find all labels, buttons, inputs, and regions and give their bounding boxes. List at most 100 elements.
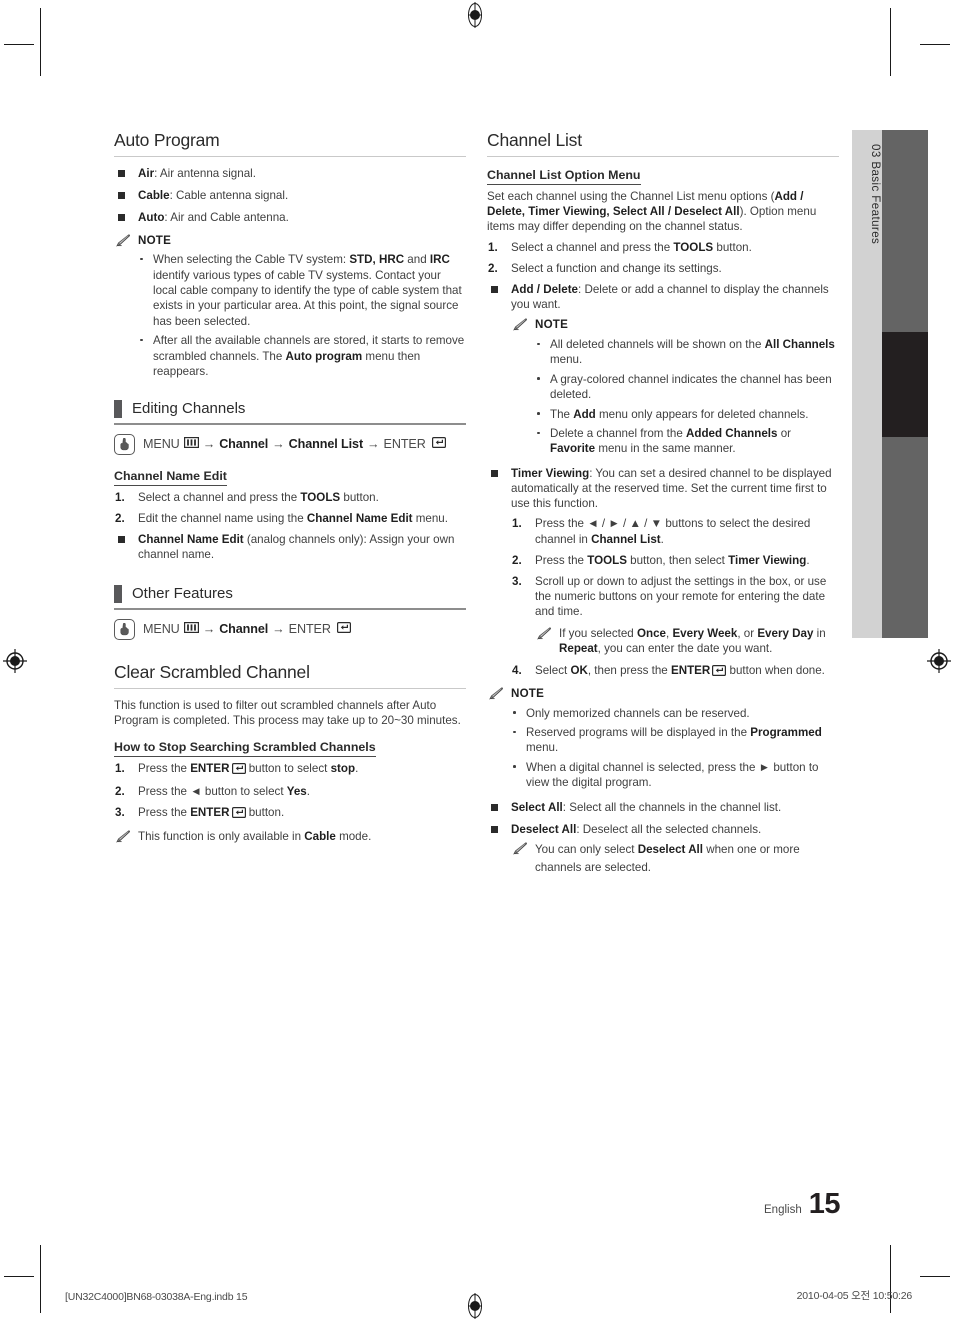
clear-scrambled-intro: This function is used to filter out scra… (114, 698, 461, 727)
bullet-deselect-all: Deselect All: Deselect all the selected … (487, 822, 839, 837)
enter-label: ENTER (288, 622, 331, 637)
step-tv-2: 2. Press the TOOLS button, then select T… (512, 553, 810, 567)
bullet-auto: Auto: Air and Cable antenna. (114, 210, 466, 225)
bullet-timer-viewing: Timer Viewing: You can set a desired cha… (487, 466, 839, 512)
right-arrow-icon: ► (758, 760, 771, 774)
bullet-air: Air: Air antenna signal. (114, 166, 466, 181)
arrow-icon: → (272, 622, 285, 637)
square-bullet-icon (491, 825, 498, 833)
note-item-add-menu: The Add menu only appears for deleted ch… (535, 407, 839, 422)
step-number: 1. (512, 517, 522, 531)
arrow-icon: → (367, 437, 380, 452)
pencil-icon (489, 687, 504, 705)
step-cne-1: 1. Select a channel and press the TOOLS … (115, 490, 379, 504)
square-bullet-icon (491, 286, 498, 294)
bullet-text: : Deselect all the selected channels. (576, 822, 762, 836)
heading-other-features: Other Features (114, 584, 466, 604)
bullet-cable: Cable: Cable antenna signal. (114, 188, 466, 203)
note-item-reserved-programs: Reserved programs will be displayed in t… (511, 725, 839, 756)
heading-auto-program: Auto Program (114, 130, 220, 150)
heading-rule (114, 156, 466, 157)
bullet-air-term: Air (138, 167, 155, 180)
bullet-term: Select All (511, 800, 563, 814)
right-column: Channel List Channel List Option Menu Se… (487, 130, 839, 880)
round-bullet-icon (537, 412, 540, 415)
note-deselect-all: You can only select Deselect All when on… (511, 841, 839, 876)
subheading-channel-list-option-menu: Channel List Option Menu (487, 168, 641, 185)
square-bullet-icon (118, 214, 125, 222)
menu-grid-icon (183, 622, 199, 636)
round-bullet-icon (513, 730, 516, 734)
step-number: 1. (115, 762, 125, 776)
hand-pointer-icon (114, 433, 135, 455)
chapter-tab-black-marker (882, 332, 928, 437)
note-label: NOTE (511, 687, 545, 701)
step-css-2: 2. Press the ◄ button to select Yes. (115, 785, 310, 799)
note-item-scrambled-removal: After all the available channels are sto… (138, 333, 466, 379)
registration-target-icon-right (926, 648, 952, 674)
pencil-icon (513, 842, 528, 861)
note-label: NOTE (138, 233, 172, 247)
enter-return-icon (230, 763, 246, 778)
registration-target-icon-top (462, 2, 488, 28)
hand-pointer-icon (114, 618, 135, 640)
registration-target-icon-left (2, 648, 28, 674)
square-bullet-icon (491, 803, 498, 811)
subheading-channel-name-edit: Channel Name Edit (114, 469, 227, 486)
section-bar-icon (114, 400, 122, 419)
step-number: 2. (488, 261, 498, 275)
square-bullet-icon (118, 192, 125, 200)
heading-rule (114, 608, 466, 610)
step-number: 2. (115, 511, 125, 525)
enter-return-icon (230, 807, 246, 822)
menu-path-other-features: MENU → Channel → ENTER (114, 618, 466, 640)
note-block-add-delete: NOTE (511, 317, 839, 333)
menu-path-channel: Channel (219, 622, 269, 637)
footer-file-info: [UN32C4000]BN68-03038A-Eng.indb 15 (65, 1291, 248, 1303)
round-bullet-icon (537, 431, 540, 435)
registration-target-icon-bottom (462, 1293, 488, 1319)
note-block-auto-program: NOTE (114, 233, 466, 249)
dpad-arrows-icon: ◄ / ► / ▲ / ▼ (587, 517, 663, 531)
bullet-cable-text: : Cable antenna signal. (169, 189, 289, 203)
heading-other-features-label: Other Features (132, 585, 233, 603)
menu-label: MENU (143, 622, 180, 637)
step-css-3: 3. Press the ENTER button. (114, 805, 466, 822)
square-bullet-icon (491, 469, 498, 477)
menu-path-text: MENU → Channel → Channel List → ENTER (143, 437, 446, 451)
bullet-term: Deselect All (511, 822, 577, 836)
enter-return-icon (710, 664, 727, 680)
step-tv-4: 4. Select OK, then press the ENTER butto… (511, 663, 839, 680)
note-item-memorized-channels: Only memorized channels can be reserved. (511, 706, 839, 721)
bullet-auto-term: Auto (138, 211, 165, 225)
menu-grid-icon (183, 437, 199, 451)
intro-prefix: Set each channel using the Channel List … (487, 190, 775, 203)
step-number: 2. (512, 553, 522, 567)
step-css-1: 1. Press the ENTER button to select stop… (114, 761, 466, 778)
bullet-term: Add / Delete (511, 283, 578, 297)
step-number: 1. (488, 240, 498, 254)
pencil-icon (537, 627, 552, 645)
arrow-icon: → (272, 437, 285, 452)
step-number: 2. (115, 785, 125, 799)
bullet-term: Channel Name Edit (138, 533, 244, 547)
note-item-digital-channel: When a digital channel is selected, pres… (511, 760, 839, 791)
subheading-channel-name-edit-wrap: Channel Name Edit (114, 467, 466, 486)
heading-rule (114, 423, 466, 425)
chapter-tab-label: 03 Basic Features (869, 144, 882, 245)
left-arrow-icon: ◄ (190, 785, 202, 799)
menu-path-channel: Channel (219, 437, 269, 452)
heading-editing-channels: Editing Channels (114, 399, 466, 419)
note-label: NOTE (535, 318, 569, 332)
enter-return-icon (430, 437, 446, 451)
menu-path-editing-channels: MENU → Channel → Channel List → ENTER (114, 433, 466, 455)
subheading-how-to-stop-searching: How to Stop Searching Scrambled Channels (114, 740, 376, 758)
arrow-icon: → (202, 437, 216, 452)
round-bullet-icon (537, 377, 540, 380)
menu-label: MENU (143, 437, 180, 452)
pencil-icon (116, 234, 131, 252)
heading-rule (487, 156, 839, 157)
crop-line-bottom-left (40, 1245, 41, 1313)
left-column: Auto Program Air: Air antenna signal. Ca… (114, 130, 466, 848)
step-number: 3. (115, 806, 125, 820)
